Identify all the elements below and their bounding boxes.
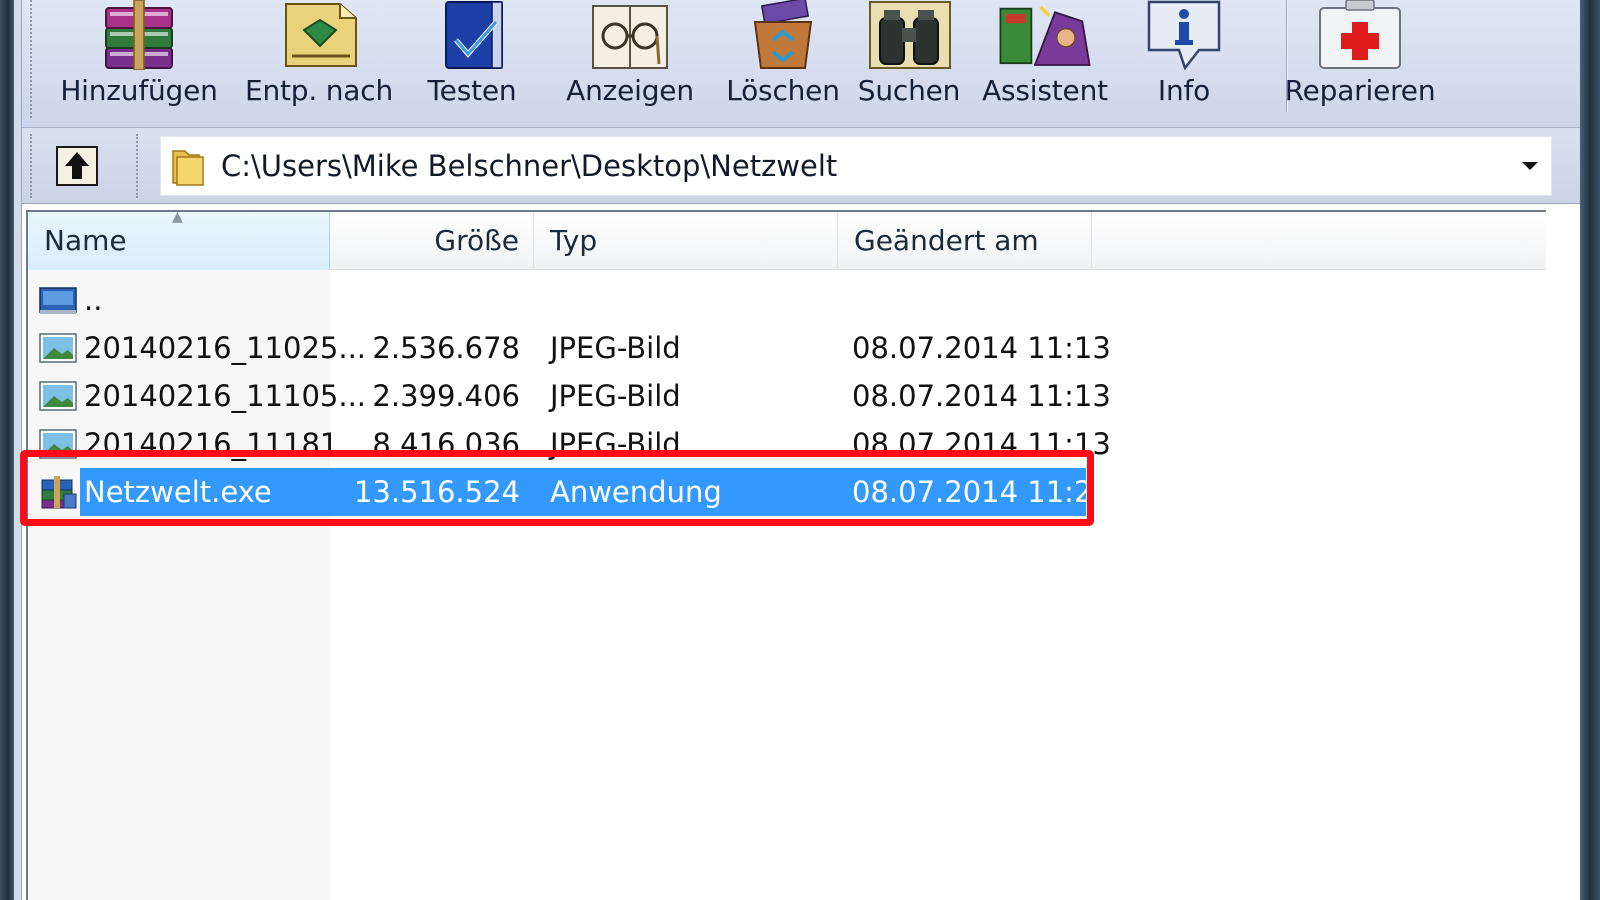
wizard-button-label: Assistent [982,74,1108,107]
repair-firstaid-icon [1310,0,1410,70]
toolbar-grip[interactable] [30,0,36,118]
column-header-name[interactable]: ▲ Name [28,209,330,270]
file-size: 2.536.678 [372,331,520,365]
file-list[interactable]: ▲ Name Größe Typ Geändert am .. 20140216… [26,210,1546,900]
file-type: JPEG-Bild [550,331,681,365]
delete-button-label: Löschen [726,74,840,107]
delete-recycle-icon [733,0,833,70]
archive-books-icon [89,0,189,70]
column-header-modified-label: Geändert am [854,224,1039,257]
column-header-type-label: Typ [550,224,598,257]
address-field-grip[interactable] [136,134,142,198]
extract-to-button-label: Entp. nach [244,74,394,107]
up-arrow-icon [56,146,98,186]
wizard-button[interactable]: Assistent [978,0,1112,118]
annotation-highlight-box [20,450,1094,526]
table-row[interactable]: 20140216_11105... 2.399.406 JPEG-Bild 08… [28,372,1546,420]
image-file-icon [39,381,77,411]
file-type: JPEG-Bild [550,379,681,413]
add-button[interactable]: Hinzufügen [58,0,220,118]
file-name: 20140216_11105... [84,379,367,413]
info-icon [1134,0,1234,70]
table-row[interactable]: 20140216_11025... 2.536.678 JPEG-Bild 08… [28,324,1546,372]
address-path: C:\Users\Mike Belschner\Desktop\Netzwelt [221,149,838,183]
info-button[interactable]: Info [1132,0,1236,118]
repair-button-label: Reparieren [1284,74,1436,107]
view-button[interactable]: Anzeigen [550,0,710,118]
repair-button[interactable]: Reparieren [1284,0,1436,118]
address-row-grip[interactable] [30,134,36,198]
list-item-parent[interactable]: .. [28,276,1546,324]
toolbar: Hinzufügen Entp. nach Testen Anzeigen Lö… [22,0,1580,128]
window-border-left [14,0,22,900]
column-header-size-label: Größe [434,224,519,257]
file-name: 20140216_11025... [84,331,367,365]
extract-to-folder-icon [269,0,369,70]
column-header-modified[interactable]: Geändert am [838,212,1092,270]
info-button-label: Info [1157,74,1211,107]
find-binoculars-icon [859,0,959,70]
list-header: ▲ Name Größe Typ Geändert am [28,209,1546,270]
window-frame-right [1580,0,1600,900]
list-item-name: .. [84,283,103,317]
wizard-icon [995,0,1095,70]
test-button-label: Testen [427,74,517,107]
chevron-down-icon [1522,162,1538,170]
test-checkmark-icon [422,0,522,70]
test-button[interactable]: Testen [412,0,532,118]
file-size: 2.399.406 [372,379,520,413]
extract-to-button[interactable]: Entp. nach [244,0,394,118]
parent-folder-icon [39,287,77,314]
file-modified: 08.07.2014 11:13 [852,379,1111,413]
delete-button[interactable]: Löschen [706,0,860,118]
view-button-label: Anzeigen [566,74,694,107]
folder-icon [172,150,204,186]
up-folder-button[interactable] [54,144,100,188]
sort-ascending-icon: ▲ [172,209,183,225]
column-header-size[interactable]: Größe [330,212,534,270]
column-header-name-label: Name [44,224,127,257]
address-bar-row: C:\Users\Mike Belschner\Desktop\Netzwelt [22,128,1580,204]
add-button-label: Hinzufügen [60,74,218,107]
view-glasses-icon [580,0,680,70]
address-field[interactable]: C:\Users\Mike Belschner\Desktop\Netzwelt [160,136,1552,196]
file-modified: 08.07.2014 11:13 [852,331,1111,365]
image-file-icon [39,333,77,363]
find-button-label: Suchen [857,74,961,107]
address-dropdown-button[interactable] [1515,151,1545,181]
find-button[interactable]: Suchen [844,0,974,118]
column-header-type[interactable]: Typ [534,212,838,270]
window-frame-left [0,0,14,900]
